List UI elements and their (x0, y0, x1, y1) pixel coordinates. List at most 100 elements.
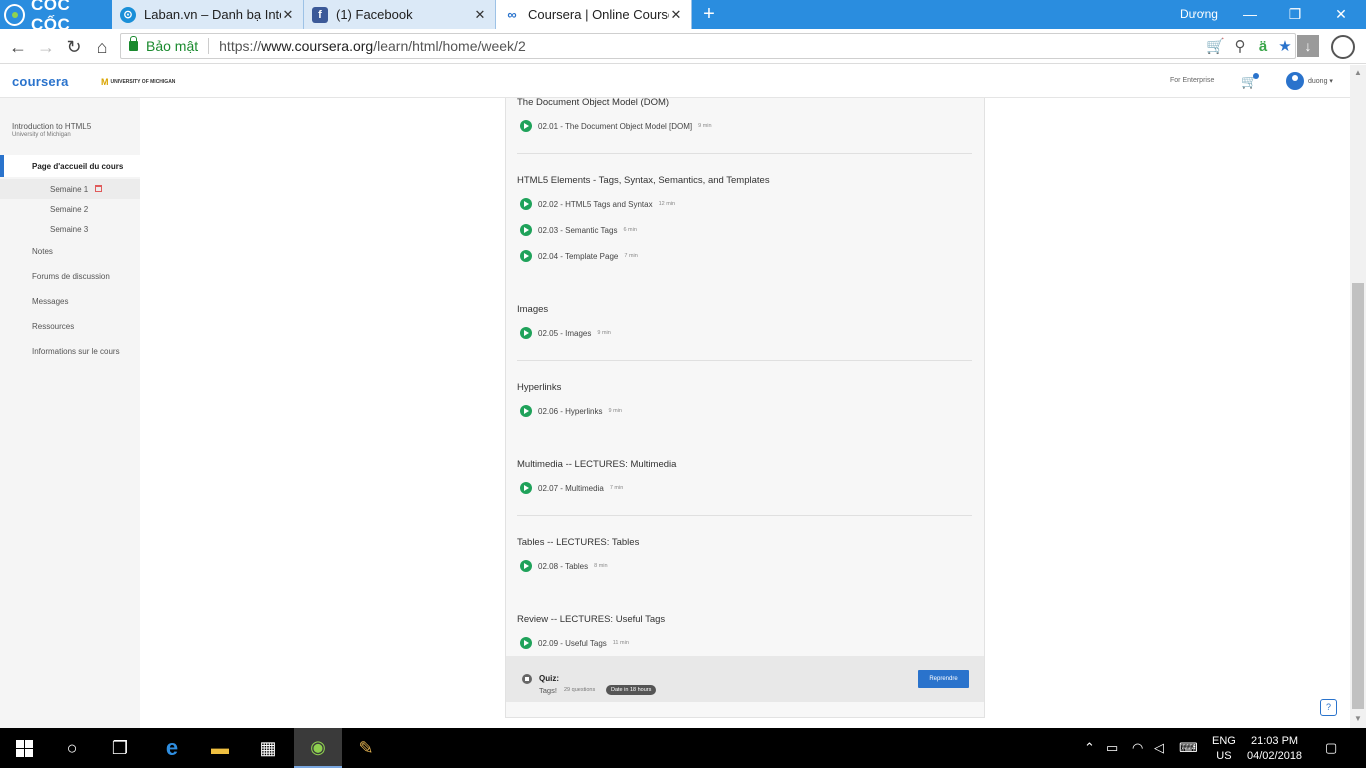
vietnamese-input-icon[interactable]: ä (1254, 38, 1272, 56)
play-icon (520, 482, 532, 494)
back-icon[interactable]: ← (7, 36, 29, 58)
university-logo[interactable]: M UNIVERSITY OF MICHIGAN (101, 77, 175, 87)
url-scheme: https:// (219, 38, 262, 54)
battery-icon[interactable]: ▭ (1106, 740, 1118, 756)
scrollbar-thumb[interactable] (1352, 283, 1364, 709)
tab-laban[interactable]: ⊙ Laban.vn – Danh bạ Internet ✕ (112, 0, 304, 29)
minimize-icon[interactable]: — (1240, 4, 1260, 24)
url-text[interactable]: https://www.coursera.org/learn/html/home… (219, 38, 526, 54)
lesson-duration: 7 min (609, 485, 624, 491)
address-bar[interactable]: Bảo mật https://www.coursera.org/learn/h… (120, 33, 1296, 59)
language-indicator[interactable]: ENG US (1212, 734, 1236, 764)
forward-icon[interactable]: → (35, 36, 57, 58)
coursera-header: coursera M UNIVERSITY OF MICHIGAN For En… (0, 65, 1350, 98)
avatar[interactable] (1286, 72, 1304, 90)
lesson-item[interactable]: 02.04 - Template Page 7 min (520, 250, 638, 262)
sidebar-item-messages[interactable]: Messages (32, 297, 68, 306)
bookmark-star-icon[interactable]: ★ (1276, 38, 1294, 56)
lesson-item[interactable]: 02.07 - Multimedia 7 min (520, 482, 623, 494)
windows-taskbar: ○ ❐ e ▬ ▦ ◉ ✎ ⌃ ▭ ◠ ◁ ⌨ ENG US 21:03 PM … (0, 728, 1366, 768)
volume-icon[interactable]: ◁ (1154, 740, 1164, 756)
sidebar-item-home[interactable]: Page d'accueil du cours (0, 155, 140, 177)
sidebar-item-forums[interactable]: Forums de discussion (32, 272, 110, 281)
wifi-icon[interactable]: ◠ (1132, 740, 1143, 756)
security-label: Bảo mật (146, 38, 199, 54)
michigan-m-icon: M (101, 77, 109, 87)
notifications-icon[interactable]: ▢ (1325, 740, 1337, 756)
sidebar-item-resources[interactable]: Ressources (32, 322, 74, 331)
quiz-name: Tags! (539, 686, 557, 695)
lesson-item[interactable]: 02.08 - Tables 8 min (520, 560, 608, 572)
resume-button[interactable]: Reprendre (918, 670, 969, 688)
profile-icon[interactable] (1331, 35, 1355, 59)
quiz-question-count: 29 questions (564, 687, 596, 693)
lesson-item[interactable]: 02.09 - Useful Tags 11 min (520, 637, 629, 649)
zoom-icon[interactable]: ⚲ (1231, 38, 1249, 56)
home-icon[interactable]: ⌂ (91, 36, 113, 58)
user-menu[interactable]: duong ▾ (1308, 77, 1333, 85)
scroll-down-icon[interactable]: ▼ (1354, 714, 1362, 723)
scroll-up-icon[interactable]: ▲ (1354, 68, 1362, 77)
scrollbar[interactable]: ▲ ▼ (1350, 65, 1366, 728)
username: duong (1308, 78, 1328, 85)
for-enterprise-link[interactable]: For Enterprise (1170, 77, 1214, 84)
coursera-logo[interactable]: coursera (12, 74, 69, 89)
browser-brand[interactable]: CỐC CỐC (0, 0, 110, 34)
lesson-title: 02.04 - Template Page (538, 251, 619, 261)
keyboard-icon[interactable]: ⌨ (1179, 740, 1198, 756)
new-tab-button[interactable]: + (698, 3, 720, 25)
lesson-item[interactable]: 02.05 - Images 9 min (520, 327, 611, 339)
lesson-duration: 7 min (624, 253, 638, 259)
tab-facebook[interactable]: f (1) Facebook ✕ (304, 0, 496, 29)
security-indicator[interactable]: Bảo mật (129, 36, 199, 54)
sidebar-item-week-2[interactable]: Semaine 2 (0, 199, 140, 219)
sidebar-item-week-1[interactable]: Semaine 1 (0, 179, 140, 199)
system-clock[interactable]: 21:03 PM 04/02/2018 (1247, 734, 1302, 764)
shopping-cart-icon[interactable]: 🛒 (1206, 38, 1225, 56)
close-icon[interactable]: ✕ (281, 7, 295, 23)
browser-tab-strip: CỐC CỐC ⊙ Laban.vn – Danh bạ Internet ✕ … (0, 0, 1366, 34)
calendar-icon (95, 185, 102, 192)
tab-coursera[interactable]: ∞ Coursera | Online Courses ✕ (496, 0, 692, 29)
edge-icon[interactable]: e (148, 728, 196, 768)
coccoc-taskbar-icon[interactable]: ◉ (294, 728, 342, 768)
course-title[interactable]: Introduction to HTML5 (12, 122, 91, 131)
lesson-duration: 9 min (597, 330, 611, 336)
search-icon[interactable]: ○ (48, 728, 96, 768)
play-icon (520, 250, 532, 262)
browser-user-name[interactable]: Dương (1180, 7, 1218, 21)
facebook-icon: f (312, 6, 328, 23)
lesson-item[interactable]: 02.03 - Semantic Tags 6 min (520, 224, 637, 236)
active-indicator (0, 155, 4, 177)
play-icon (520, 198, 532, 210)
task-view-icon[interactable]: ❐ (96, 728, 144, 768)
lesson-item[interactable]: 02.06 - Hyperlinks 9 min (520, 405, 622, 417)
course-university: University of Michigan (12, 132, 71, 138)
close-icon[interactable]: ✕ (669, 7, 683, 23)
reload-icon[interactable]: ↻ (63, 36, 85, 58)
lesson-duration: 9 min (608, 408, 622, 414)
sidebar-item-notes[interactable]: Notes (32, 247, 53, 256)
paint-icon[interactable]: ✎ (342, 728, 390, 768)
sidebar-item-label: Page d'accueil du cours (32, 162, 124, 171)
tab-title: (1) Facebook (336, 7, 413, 22)
file-explorer-icon[interactable]: ▬ (196, 728, 244, 768)
lesson-item[interactable]: 02.01 - The Document Object Model [DOM] … (520, 120, 712, 132)
play-icon (520, 224, 532, 236)
close-window-icon[interactable]: ✕ (1331, 4, 1351, 24)
lesson-item[interactable]: 02.02 - HTML5 Tags and Syntax 12 min (520, 198, 675, 210)
show-hidden-icons-icon[interactable]: ⌃ (1084, 740, 1095, 756)
lesson-title: 02.03 - Semantic Tags (538, 225, 618, 235)
download-icon[interactable]: ↓ (1297, 35, 1319, 57)
sidebar-item-week-3[interactable]: Semaine 3 (0, 219, 140, 239)
close-icon[interactable]: ✕ (473, 7, 487, 23)
store-icon[interactable]: ▦ (244, 728, 292, 768)
help-icon[interactable]: ? (1320, 699, 1337, 716)
sidebar-item-label: Semaine 2 (50, 205, 89, 214)
restore-icon[interactable]: ❐ (1285, 4, 1305, 24)
sidebar-item-course-info[interactable]: Informations sur le cours (32, 347, 120, 356)
start-button[interactable] (0, 728, 48, 768)
quiz-icon (522, 674, 532, 684)
quiz-item[interactable]: Quiz: Tags! 29 questions Date in 18 hour… (506, 656, 984, 702)
university-name: UNIVERSITY OF MICHIGAN (110, 79, 176, 85)
